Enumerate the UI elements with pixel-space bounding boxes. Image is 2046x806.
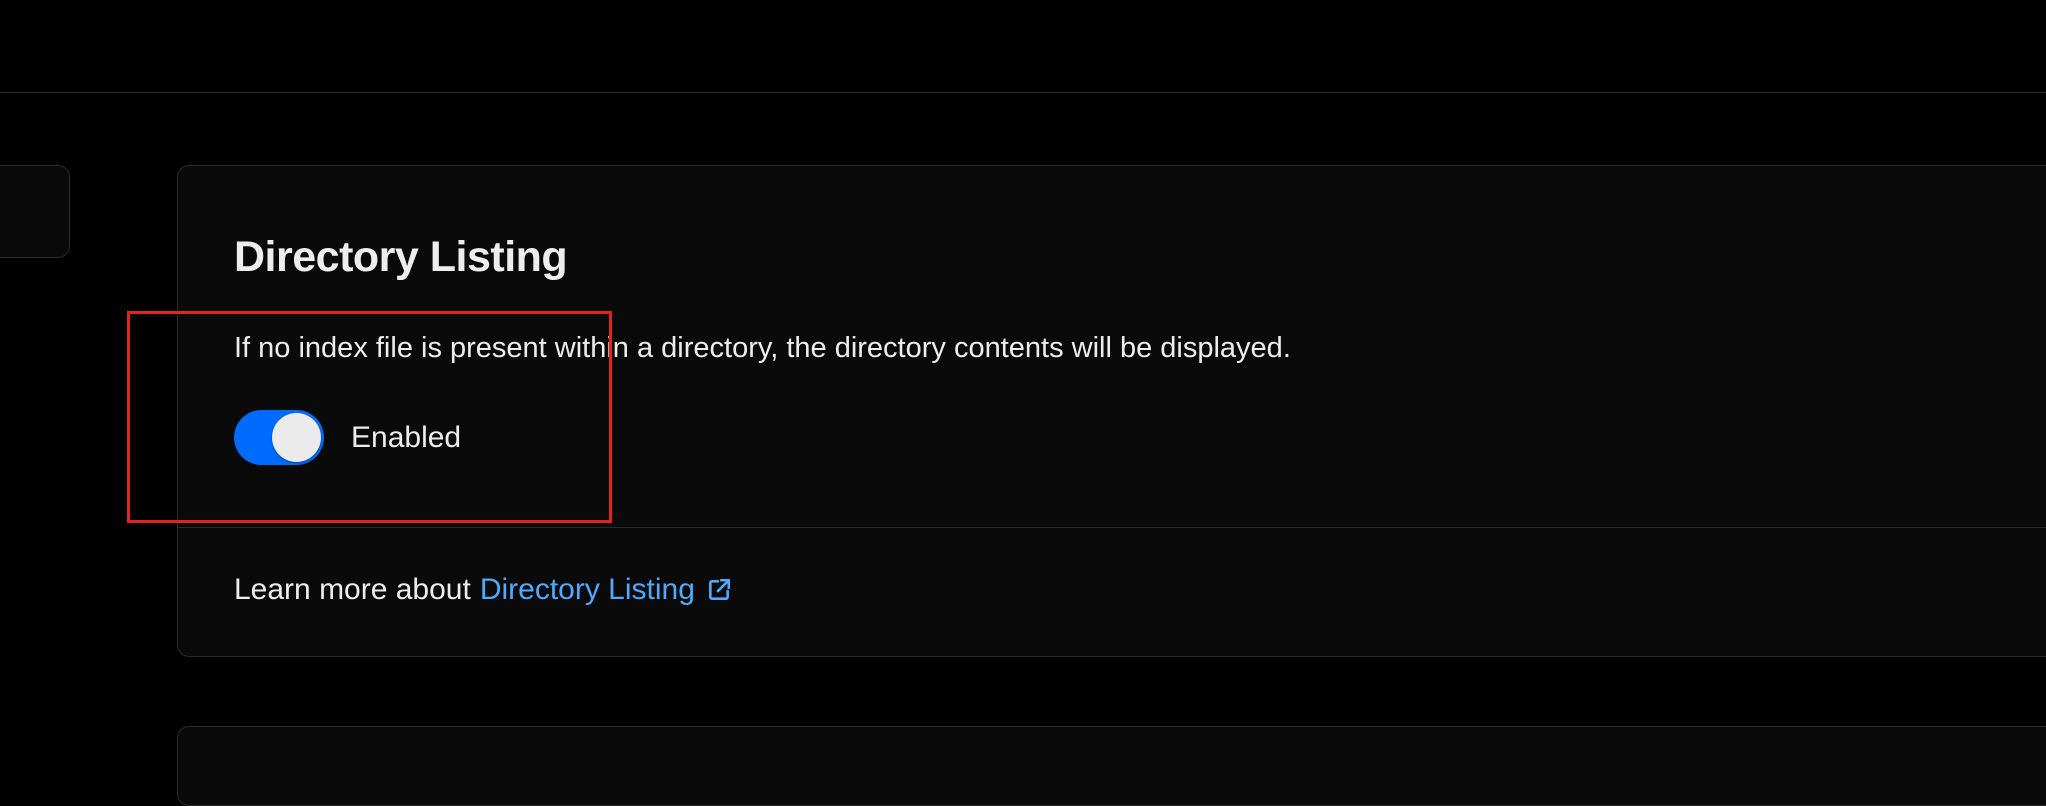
section-title: Directory Listing [234,233,568,281]
directory-listing-card: Directory Listing If no index file is pr… [177,165,2046,657]
header-divider [0,92,2046,93]
external-link-icon [708,578,730,600]
toggle-knob [272,413,321,462]
section-description: If no index file is present within a dir… [234,332,1291,364]
docs-link-label: Directory Listing [479,573,695,606]
directory-listing-docs-link[interactable]: Directory Listing [480,573,732,607]
toggle-label: Enabled [351,420,462,454]
toggle-row: Enabled [234,410,461,465]
next-section-card [177,726,2046,806]
card-footer: Learn more about Directory Listing [178,527,2046,656]
learn-more-prefix: Learn more about [234,573,471,606]
directory-listing-toggle[interactable] [234,410,324,465]
learn-more-text: Learn more about Directory Listing [234,573,732,607]
sidebar-panel [0,165,70,258]
